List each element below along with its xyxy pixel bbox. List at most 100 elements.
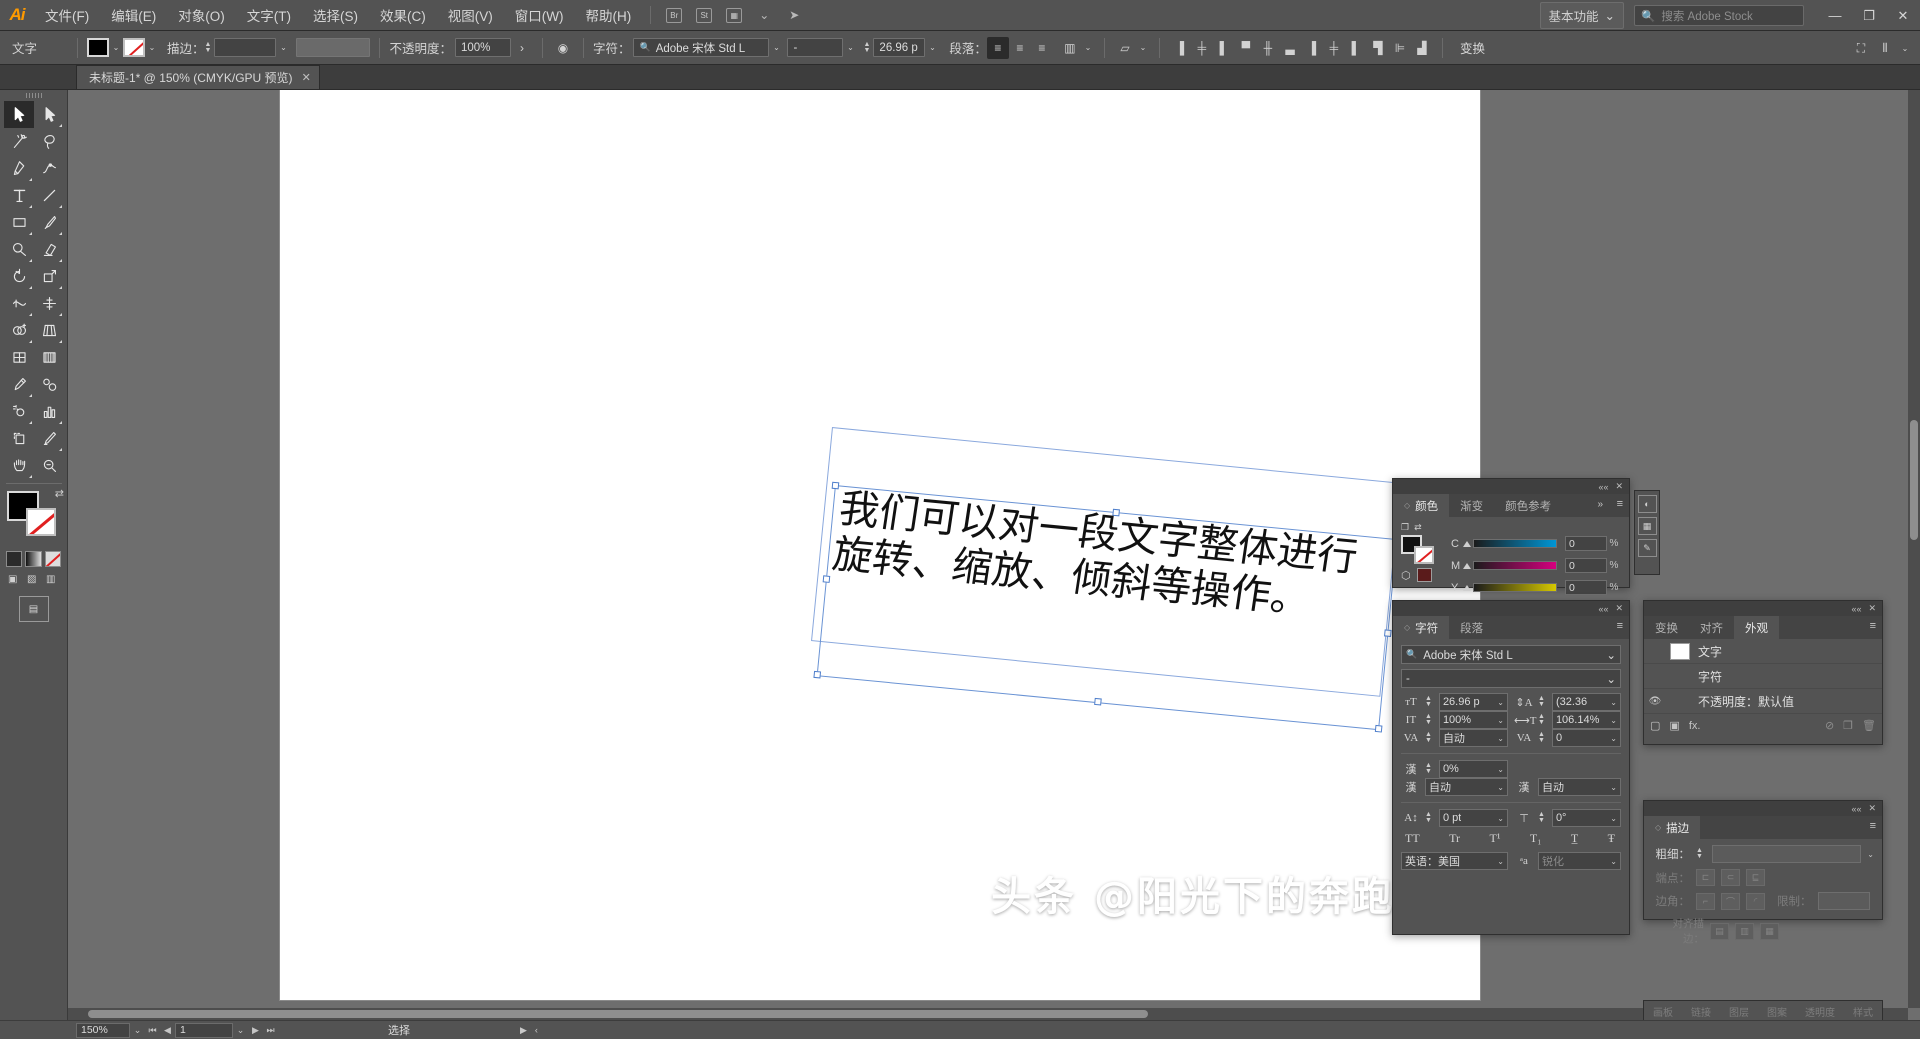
leading-stepper[interactable]: ▲▼ [1538,696,1545,708]
vertical-scale-stepper[interactable]: ▲▼ [1425,714,1432,726]
stroke-weight-stepper[interactable]: ▲▼ [1696,848,1703,860]
slider-thumb-y[interactable] [1463,585,1471,591]
restore-button[interactable]: ❐ [1852,0,1886,31]
selection-tool[interactable] [4,101,34,128]
tab-color[interactable]: ◇ 颜色 [1393,494,1449,517]
minimize-button[interactable]: — [1818,0,1852,31]
status-expand-icon[interactable]: ▶ [520,1025,527,1036]
mesh-tool[interactable] [4,344,34,371]
right-aki-input[interactable]: 自动 ⌄ [1538,778,1621,796]
chevron-down-icon[interactable]: ⌄ [1497,857,1504,866]
font-family-select[interactable]: 🔍 Adobe 宋体 Std L ⌄ [1401,645,1621,664]
panel-menu-icon[interactable]: ≡ [1617,621,1623,632]
distribute-left-icon[interactable]: ▐ [1301,37,1323,59]
baseline-shift-input[interactable]: 0 pt ⌄ [1439,809,1508,827]
delete-item-icon[interactable]: 🗑 [1862,719,1876,732]
workspace-switcher[interactable]: 基本功能 ⌄ [1540,2,1625,29]
close-icon[interactable]: ✕ [1868,803,1876,814]
menu-help[interactable]: 帮助(H) [574,1,642,29]
stroke-weight-input[interactable] [214,38,276,57]
paintbrush-tool[interactable] [34,209,64,236]
dock-pattern-label[interactable]: 图案 [1767,1004,1787,1019]
stock-search-input[interactable]: 🔍 搜索 Adobe Stock [1634,5,1804,26]
tab-color-guide[interactable]: 颜色参考 [1494,494,1562,517]
baseline-shift-stepper[interactable]: ▲▼ [1425,812,1432,824]
slider-track-c[interactable] [1473,539,1557,548]
color-mode-button[interactable] [6,551,22,567]
menu-type[interactable]: 文字(T) [236,1,302,29]
miter-join-icon[interactable]: ⌐ [1696,893,1715,910]
menu-window[interactable]: 窗口(W) [504,1,575,29]
chevron-down-icon[interactable]: ⌄ [1497,716,1504,725]
butt-cap-icon[interactable]: ⊏ [1696,869,1715,886]
antialias-select[interactable]: 锐化 ⌄ [1538,852,1621,870]
perspective-grid-tool[interactable] [34,317,64,344]
blend-tool[interactable] [34,371,64,398]
slider-track-y[interactable] [1473,583,1557,592]
tab-paragraph[interactable]: 段落 [1449,616,1494,639]
align-stroke-inside-icon[interactable]: ▥ [1735,923,1754,940]
gradient-tool[interactable] [34,344,64,371]
curvature-tool[interactable] [34,155,64,182]
menu-select[interactable]: 选择(S) [302,1,369,29]
align-center-icon[interactable]: ≡ [1009,37,1031,59]
kerning-input[interactable]: 自动 ⌄ [1439,729,1508,747]
chevron-down-icon[interactable]: ⌄ [1497,814,1504,823]
color-panel-header[interactable]: «« ✕ [1393,479,1629,494]
scale-tool[interactable] [34,263,64,290]
zoom-tool[interactable] [34,452,64,479]
underline-icon[interactable]: T̲ [1571,831,1578,846]
strikethrough-icon[interactable]: Ŧ [1608,831,1615,846]
font-size-input[interactable]: 26.96 p [873,38,925,57]
draw-normal-icon[interactable]: ▣ [8,574,23,588]
stroke-panel-header[interactable]: «« ✕ [1644,801,1882,816]
dock-styles-label[interactable]: 样式 [1853,1004,1873,1019]
projecting-cap-icon[interactable]: ⊑ [1746,869,1765,886]
fill-stroke-toggle-icon[interactable]: ❐ [1401,522,1409,533]
symbol-sprayer-tool[interactable] [4,398,34,425]
handle-top-left[interactable] [832,482,840,490]
width-tool[interactable] [4,290,34,317]
handle-bottom-left[interactable] [813,671,821,679]
swap-colors-icon[interactable]: ⇄ [1414,522,1422,533]
chevron-down-icon[interactable]: ⌄ [1610,734,1617,743]
menu-file[interactable]: 文件(F) [34,1,100,29]
small-caps-icon[interactable]: Tr [1449,831,1460,846]
slider-thumb-c[interactable] [1463,541,1471,547]
shaper-tool[interactable] [4,236,34,263]
arrange-documents-icon[interactable]: ▦ [721,4,747,26]
left-aki-input[interactable]: 自动 ⌄ [1425,778,1508,796]
recolor-artwork-icon[interactable]: ◉ [552,37,574,59]
fill-dropdown-icon[interactable]: ⌄ [109,39,123,57]
artboard-tool[interactable] [4,425,34,452]
slider-thumb-m[interactable] [1463,563,1471,569]
lasso-tool[interactable] [34,128,64,155]
align-stroke-center-icon[interactable]: ▤ [1710,923,1729,940]
stock-icon[interactable]: St [691,4,717,26]
chevron-down-icon[interactable]: ⌄ [1610,716,1617,725]
eyedropper-tool[interactable] [4,371,34,398]
close-icon[interactable]: ✕ [1615,603,1623,614]
publish-online-icon[interactable]: ➤ [781,4,807,26]
horizontal-scroll-thumb[interactable] [88,1010,1148,1018]
dock-links-label[interactable]: 链接 [1691,1004,1711,1019]
tab-appearance[interactable]: 外观 [1734,616,1779,639]
shape-options-icon[interactable]: ▱ [1114,37,1136,59]
round-cap-icon[interactable]: ⊂ [1721,869,1740,886]
zoom-dropdown-icon[interactable]: ⌄ [130,1025,145,1036]
tab-align[interactable]: 对齐 [1689,616,1734,639]
gradient-mode-button[interactable] [25,551,41,567]
appearance-row-opacity[interactable]: 👁 不透明度：默认值 [1644,689,1882,714]
rectangle-tool[interactable] [4,209,34,236]
distribute-middle-icon[interactable]: ⊫ [1389,37,1411,59]
align-left-objects-icon[interactable]: ▐ [1169,37,1191,59]
magic-wand-tool[interactable] [4,128,34,155]
stroke-limit-input[interactable] [1818,892,1870,910]
chevron-down-icon[interactable]: ⌄ [751,4,777,26]
vertical-scroll-thumb[interactable] [1910,420,1918,540]
arrange-icon[interactable]: ⛶ [1850,37,1872,59]
change-screen-mode-button[interactable]: ▤ [19,596,49,622]
swap-fill-stroke-icon[interactable]: ⇄ [55,487,64,500]
character-panel-header[interactable]: «« ✕ [1393,601,1629,616]
toolbar-grip[interactable] [0,90,67,101]
